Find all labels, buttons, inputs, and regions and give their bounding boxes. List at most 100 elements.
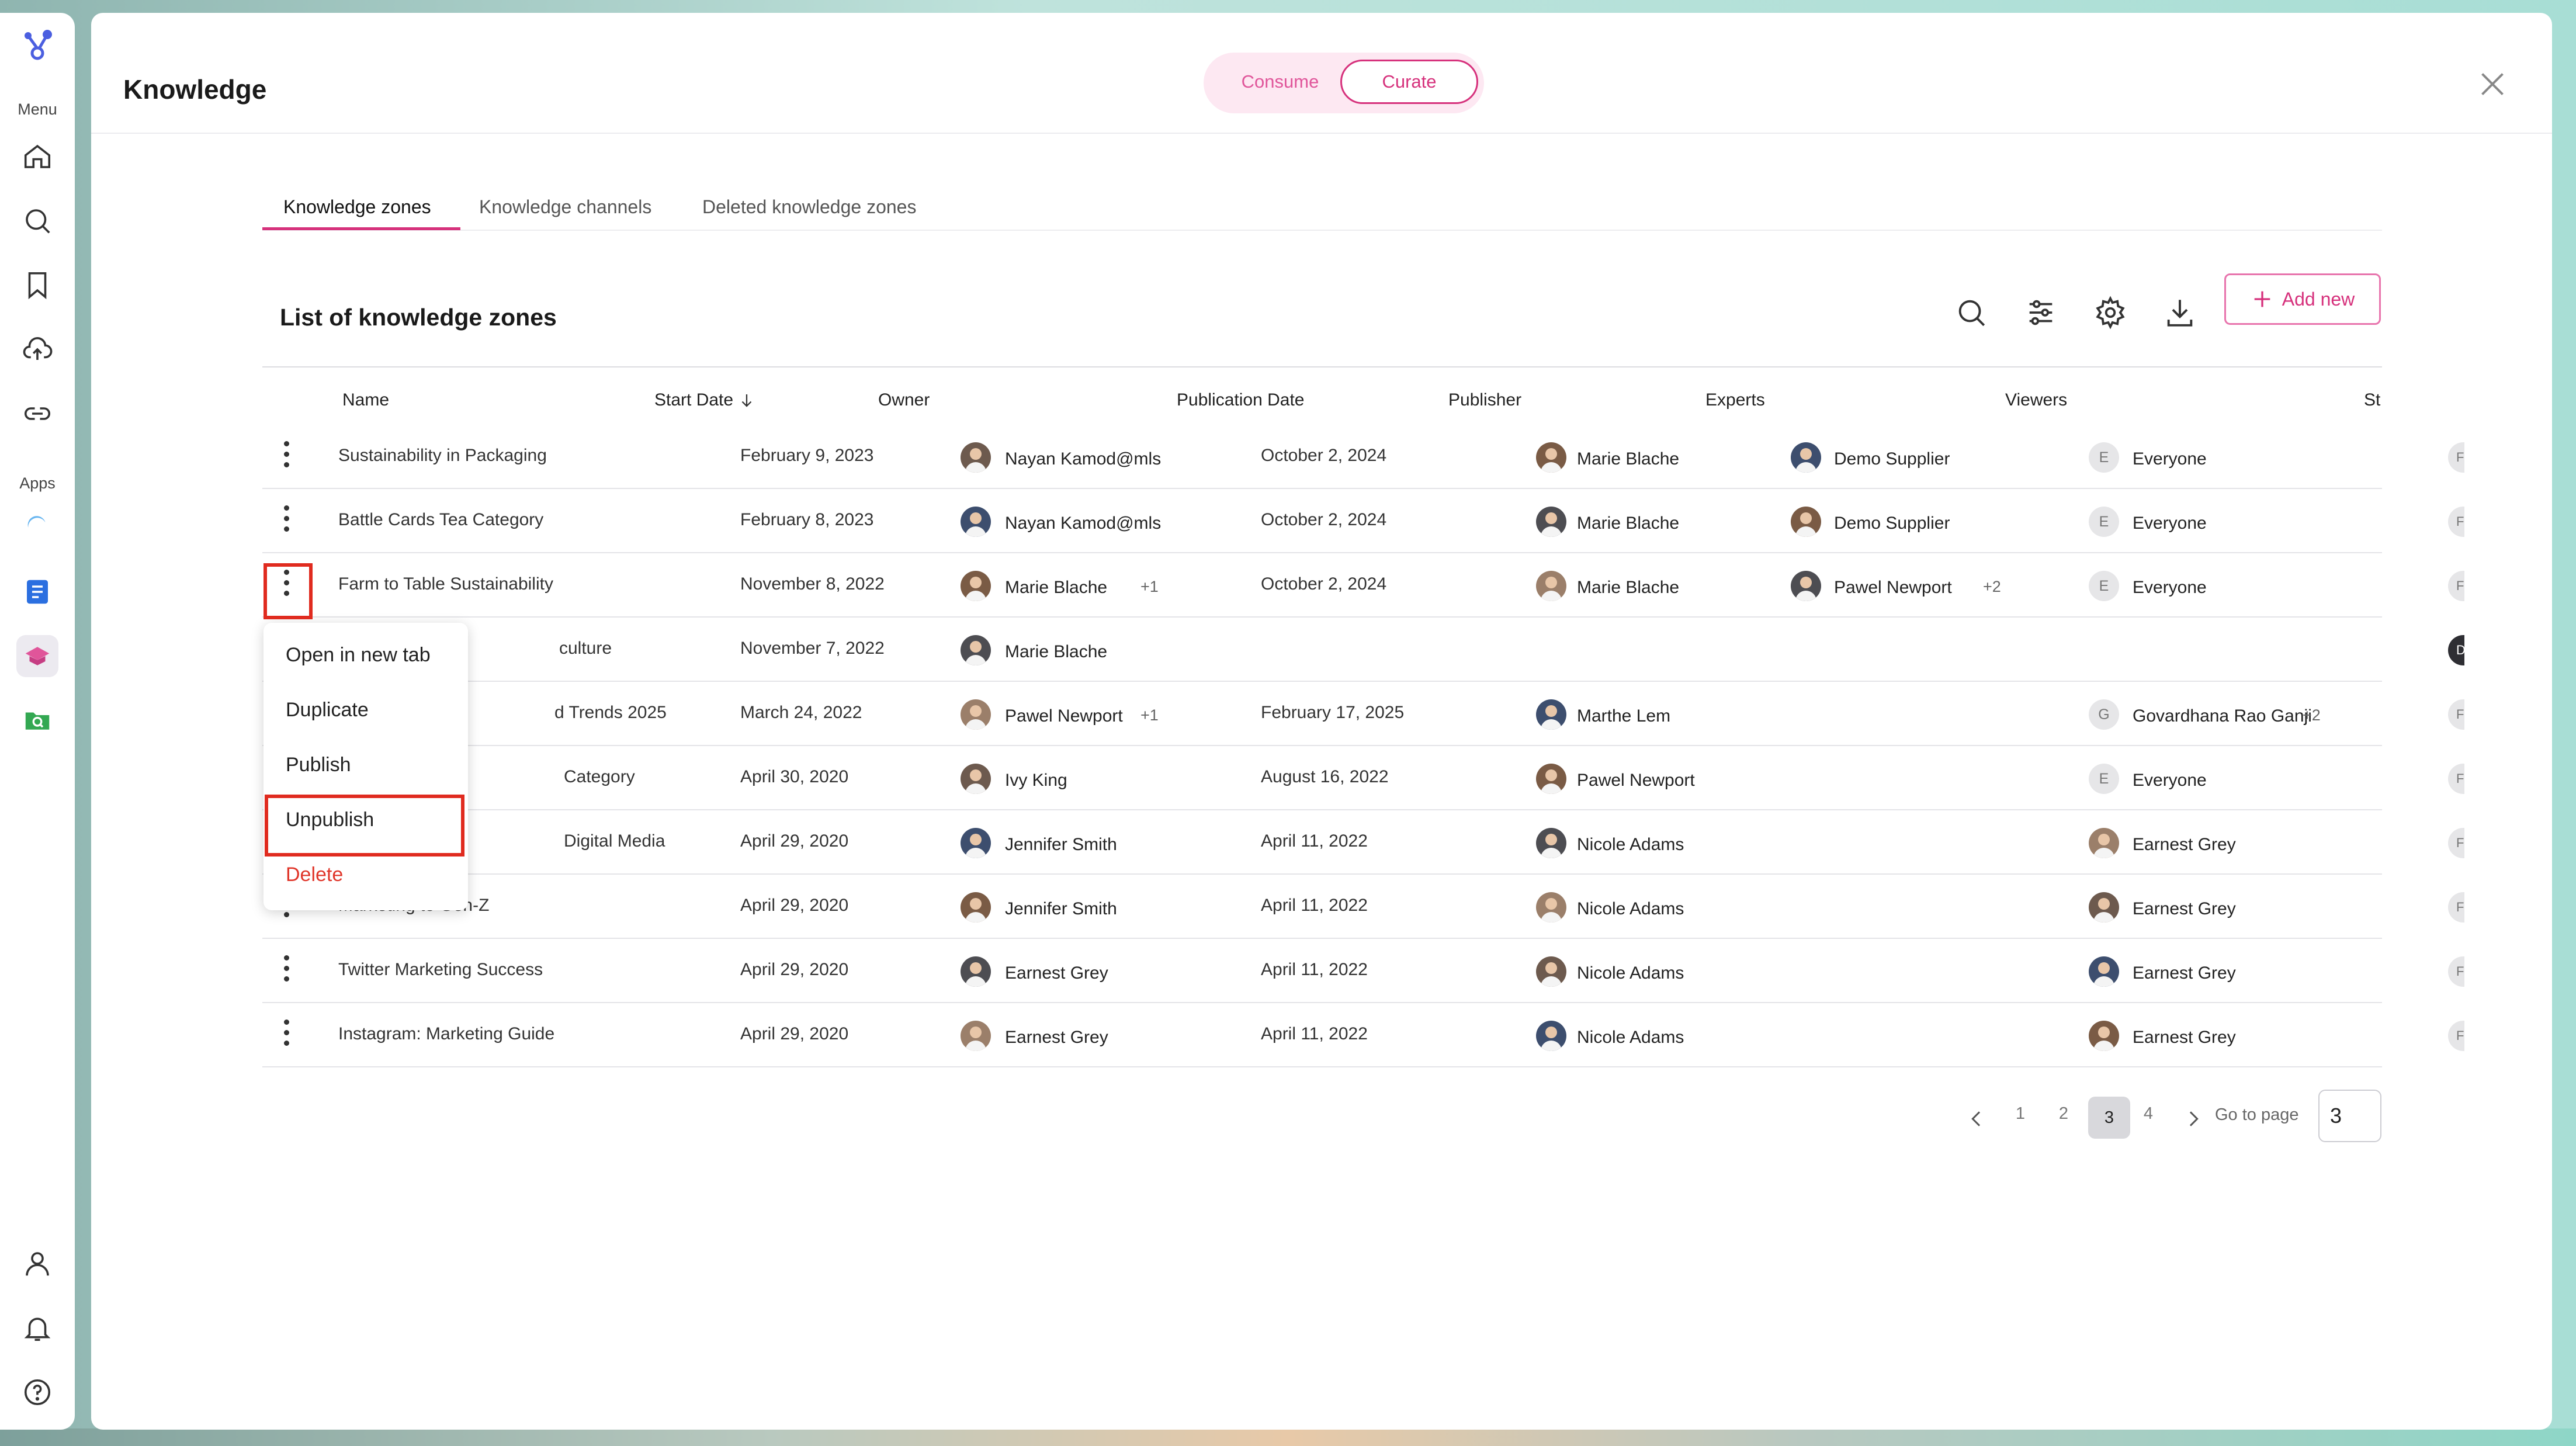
menu-item-open-new-tab[interactable]: Open in new tab — [286, 644, 431, 667]
column-header-publication-date[interactable]: Publication Date — [1177, 390, 1304, 410]
page-2[interactable]: 2 — [2046, 1104, 2081, 1123]
start-date: February 9, 2023 — [740, 446, 874, 465]
status-badge: F — [2448, 571, 2464, 601]
owner-name: Jennifer Smith — [1005, 899, 1117, 918]
menu-item-delete[interactable]: Delete — [286, 864, 343, 886]
viewer-letter-avatar: E — [2089, 507, 2119, 537]
publication-date: April 11, 2022 — [1261, 896, 1368, 915]
help-icon[interactable] — [16, 1371, 58, 1413]
close-icon[interactable] — [2475, 67, 2510, 102]
publication-date: April 11, 2022 — [1261, 831, 1368, 851]
status-badge: F — [2448, 892, 2464, 923]
search-icon[interactable] — [16, 200, 58, 242]
tab-knowledge-channels[interactable]: Knowledge channels — [479, 196, 651, 218]
home-icon[interactable] — [16, 136, 58, 178]
active-tab-indicator — [262, 227, 460, 230]
table-row[interactable]: Sustainability in Packaging February 9, 2… — [262, 425, 2464, 489]
settings-gear-icon[interactable] — [2090, 292, 2131, 333]
start-date: November 8, 2022 — [740, 574, 885, 594]
table-row[interactable]: culture November 7, 2022 Marie Blache D — [262, 618, 2464, 682]
download-icon[interactable] — [2159, 292, 2200, 333]
owner-avatar — [961, 635, 991, 665]
left-sidebar: Menu Apps — [0, 13, 75, 1430]
owner-avatar — [961, 507, 991, 537]
row-actions-kebab-icon[interactable] — [280, 441, 293, 474]
page-3-current[interactable]: 3 — [2088, 1097, 2130, 1139]
menu-item-publish[interactable]: Publish — [286, 754, 351, 776]
status-badge: D — [2448, 635, 2464, 665]
viewer-avatar — [2089, 892, 2119, 923]
table-row[interactable]: Instagram: Marketing Guide April 29, 2020… — [262, 1003, 2464, 1067]
tab-deleted-knowledge-zones[interactable]: Deleted knowledge zones — [702, 196, 916, 218]
search-icon[interactable] — [1951, 292, 1992, 333]
row-actions-kebab-icon[interactable] — [280, 1020, 293, 1052]
user-icon[interactable] — [16, 1243, 58, 1285]
app-document-icon[interactable] — [16, 571, 58, 613]
zone-name: Farm to Table Sustainability — [338, 574, 553, 594]
owner-name: Earnest Grey — [1005, 1028, 1108, 1047]
owner-name: Marie Blache — [1005, 642, 1108, 661]
publication-date: April 11, 2022 — [1261, 1024, 1368, 1043]
publisher-avatar — [1536, 699, 1566, 730]
row-context-menu: Open in new tab Duplicate Publish Unpubl… — [264, 623, 468, 910]
table-row[interactable]: Battle Cards Tea Category February 8, 202… — [262, 489, 2464, 553]
app-crescent-icon[interactable] — [16, 507, 58, 549]
table-row[interactable]: Marketing to Gen-ZApril 29, 2020Jennifer… — [262, 875, 2464, 939]
publisher-name: Nicole Adams — [1577, 963, 1684, 983]
table-row[interactable]: Twitter Marketing Success April 29, 2020 E… — [262, 939, 2464, 1003]
publisher-name: Nicole Adams — [1577, 835, 1684, 854]
owner-avatar — [961, 442, 991, 473]
app-knowledge-icon[interactable] — [16, 635, 58, 677]
curate-toggle-option[interactable]: Curate — [1340, 60, 1478, 104]
viewer-name: Earnest Grey — [2133, 835, 2236, 854]
table-row[interactable]: Digital Media April 29, 2020 Jennifer Smit… — [262, 810, 2464, 875]
owner-avatar — [961, 1021, 991, 1051]
bookmark-icon[interactable] — [16, 264, 58, 306]
status-badge: F — [2448, 764, 2464, 794]
owner-name: Nayan Kamod@mls — [1005, 514, 1162, 533]
viewer-avatar — [2089, 828, 2119, 858]
viewer-letter-avatar: E — [2089, 764, 2119, 794]
prev-page-icon[interactable] — [1965, 1107, 1988, 1131]
publisher-avatar — [1536, 892, 1566, 923]
next-page-icon[interactable] — [2182, 1107, 2205, 1131]
column-header-owner[interactable]: Owner — [878, 390, 930, 410]
sort-down-arrow-icon — [742, 394, 752, 407]
page-4[interactable]: 4 — [2131, 1104, 2166, 1123]
status-badge: F — [2448, 442, 2464, 473]
column-header-status[interactable]: St — [2364, 390, 2380, 410]
table-row[interactable]: Farm to Table Sustainability November 8, … — [262, 553, 2464, 618]
zone-name: culture — [559, 639, 612, 658]
menu-label: Menu — [18, 100, 57, 118]
start-date-label: Start Date — [654, 390, 734, 410]
go-to-page-input[interactable]: 3 — [2318, 1090, 2381, 1142]
upload-cloud-icon[interactable] — [16, 328, 58, 370]
page-1[interactable]: 1 — [2003, 1104, 2038, 1123]
link-icon[interactable] — [16, 393, 58, 435]
status-badge: F — [2448, 507, 2464, 537]
app-logo-icon[interactable] — [16, 25, 58, 67]
column-header-experts[interactable]: Experts — [1705, 390, 1765, 410]
column-header-viewers[interactable]: Viewers — [2005, 390, 2067, 410]
owner-name: Jennifer Smith — [1005, 835, 1117, 854]
zone-name: Instagram: Marketing Guide — [338, 1024, 555, 1043]
bell-icon[interactable] — [16, 1307, 58, 1349]
expert-name: Pawel Newport — [1834, 578, 1952, 597]
plus-icon — [2254, 291, 2270, 307]
tab-knowledge-zones[interactable]: Knowledge zones — [283, 196, 431, 218]
row-actions-kebab-icon[interactable] — [280, 505, 293, 538]
column-header-start-date[interactable]: Start Date — [654, 390, 755, 410]
background-strip — [0, 1428, 2576, 1446]
table-row[interactable]: d Trends 2025 March 24, 2022 Pawel Newport… — [262, 682, 2464, 746]
consume-toggle-option[interactable]: Consume — [1213, 60, 1347, 104]
menu-item-duplicate[interactable]: Duplicate — [286, 699, 369, 722]
row-actions-kebab-icon[interactable] — [280, 955, 293, 988]
owner-name: Nayan Kamod@mls — [1005, 449, 1162, 469]
table-row[interactable]: Category April 30, 2020 Ivy King August 16,… — [262, 746, 2464, 810]
expert-name: Demo Supplier — [1834, 449, 1950, 469]
filter-sliders-icon[interactable] — [2020, 292, 2061, 333]
add-new-button[interactable]: Add new — [2224, 273, 2381, 325]
column-header-publisher[interactable]: Publisher — [1448, 390, 1521, 410]
column-header-name[interactable]: Name — [342, 390, 389, 410]
app-folder-search-icon[interactable] — [16, 699, 58, 741]
